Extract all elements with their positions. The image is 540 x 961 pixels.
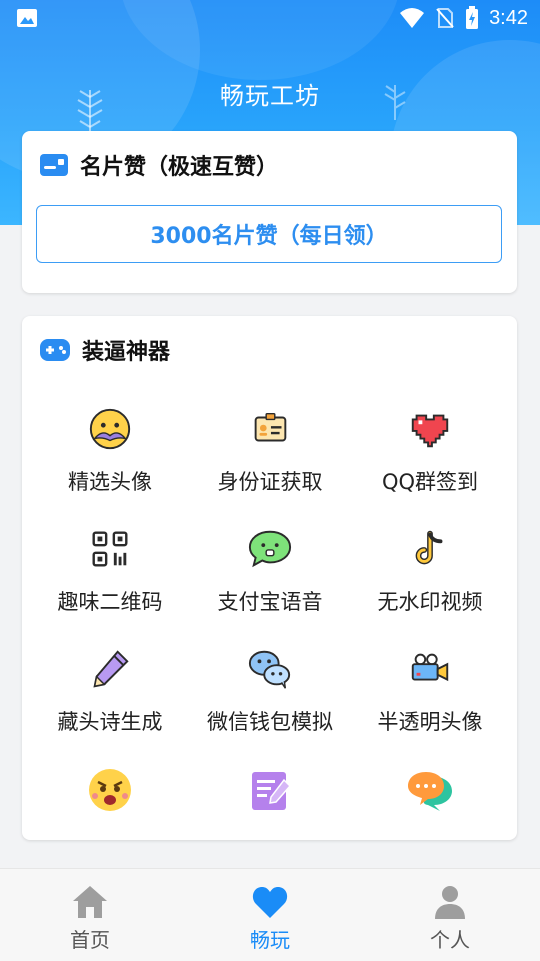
notepad-icon xyxy=(252,772,292,810)
tool-tile[interactable]: 精选头像 xyxy=(30,386,190,496)
pixel-heart-icon xyxy=(411,414,449,448)
chat-bubbles-icon xyxy=(408,772,452,811)
tool-tile[interactable]: 藏头诗生成 xyxy=(30,626,190,736)
video-camera-icon xyxy=(411,653,449,682)
tool-label: 无水印视频 xyxy=(377,590,483,614)
tool-label: 精选头像 xyxy=(68,470,152,494)
like-card: 名片赞（极速互赞） 3000名片赞（每日领） xyxy=(22,131,517,293)
tool-tile[interactable]: 无水印视频 xyxy=(350,506,510,616)
wechat-icon xyxy=(248,650,291,689)
tool-tile[interactable]: 支付宝语音 xyxy=(190,506,350,616)
tool-label: QQ群签到 xyxy=(381,470,479,494)
tool-tile[interactable]: 趣味二维码 xyxy=(30,506,190,616)
nav-item-profile[interactable]: 个人 xyxy=(360,869,540,961)
tool-tile[interactable]: 微信钱包模拟 xyxy=(190,626,350,736)
battery-charging-icon xyxy=(466,6,479,29)
tool-tile[interactable]: QQ群签到 xyxy=(350,386,510,496)
qr-code-icon xyxy=(92,531,128,567)
page-title: 畅玩工坊 xyxy=(220,82,320,110)
tool-tile[interactable] xyxy=(350,746,510,840)
person-icon xyxy=(435,886,465,919)
tools-card-header: 装逼神器 xyxy=(40,334,170,366)
tool-label: 支付宝语音 xyxy=(217,590,323,614)
tool-label: 半透明头像 xyxy=(377,710,483,734)
nav-label-home: 首页 xyxy=(70,928,110,952)
bottom-navigation: 首页 畅玩 个人 xyxy=(0,868,540,961)
nav-label-profile: 个人 xyxy=(430,928,470,952)
tool-label: 藏头诗生成 xyxy=(57,710,163,734)
no-sim-icon xyxy=(436,8,454,28)
tool-tile[interactable] xyxy=(30,746,190,840)
tool-label: 趣味二维码 xyxy=(57,590,163,614)
id-card-icon xyxy=(254,412,287,442)
business-card-icon xyxy=(40,154,68,176)
nav-label-play: 畅玩 xyxy=(250,928,290,952)
like-card-header: 名片赞（极速互赞） xyxy=(40,149,278,181)
tool-label: 微信钱包模拟 xyxy=(207,710,333,734)
home-icon xyxy=(73,886,107,918)
pencil-icon xyxy=(93,650,129,688)
status-bar: 3:42 xyxy=(0,0,540,36)
wifi-icon xyxy=(400,8,425,28)
heart-icon xyxy=(252,887,288,918)
tool-tile[interactable]: 身份证获取 xyxy=(190,386,350,496)
daily-like-button[interactable]: 3000名片赞（每日领） xyxy=(36,205,502,263)
tool-label: 身份证获取 xyxy=(217,470,323,494)
tools-card-title: 装逼神器 xyxy=(82,340,171,365)
tools-card: 装逼神器 精选头像 身份证获取 QQ群签到 趣味二维码 支付宝语音 无水印视频 … xyxy=(22,316,517,840)
mustache-face-icon xyxy=(89,408,131,450)
nav-item-home[interactable]: 首页 xyxy=(0,869,180,961)
tiktok-icon xyxy=(415,530,443,565)
nav-item-play[interactable]: 畅玩 xyxy=(180,869,360,961)
tool-tile[interactable] xyxy=(190,746,350,840)
like-card-title: 名片赞（极速互赞） xyxy=(80,155,279,180)
gallery-notification-icon xyxy=(17,9,37,27)
tool-tile[interactable]: 半透明头像 xyxy=(350,626,510,736)
angry-face-icon xyxy=(89,769,131,811)
voice-chat-icon xyxy=(248,530,292,568)
clock: 3:42 xyxy=(489,6,528,29)
gamepad-icon xyxy=(40,339,70,361)
